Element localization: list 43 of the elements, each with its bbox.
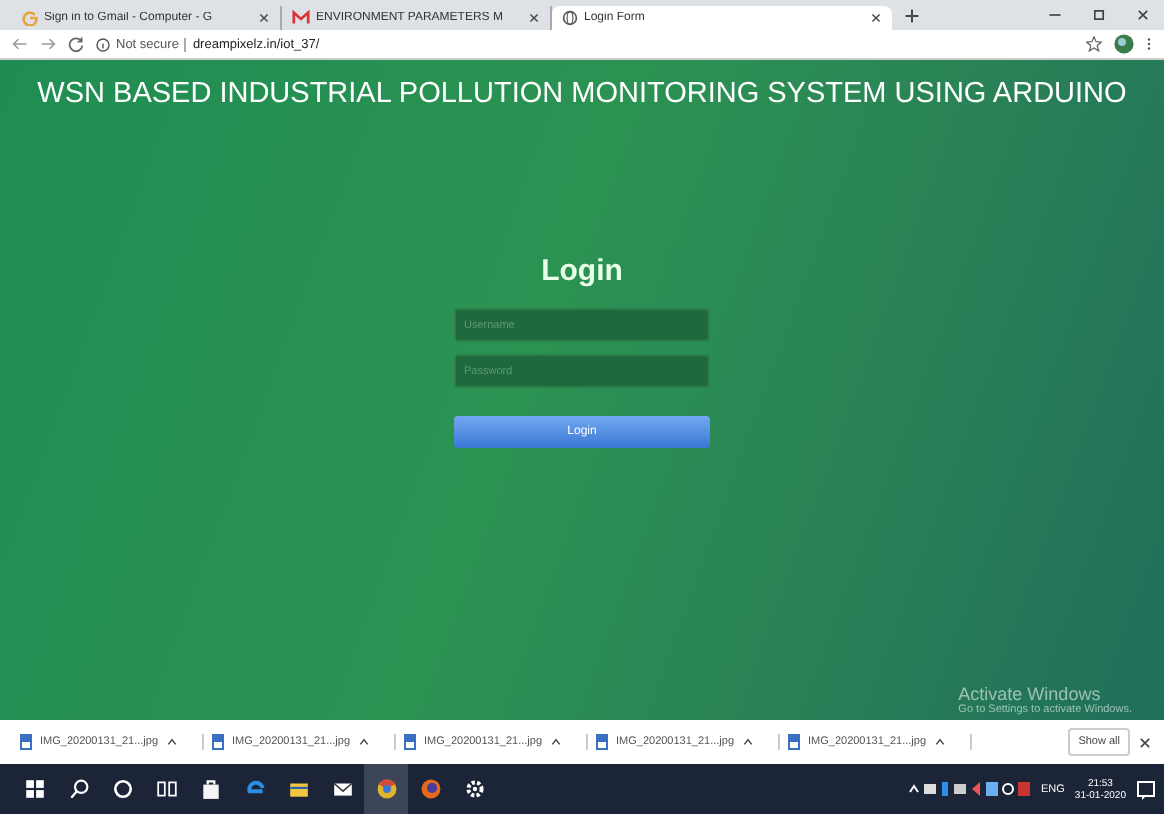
page-heading: WSN BASED INDUSTRIAL POLLUTION MONITORING SYSTEM USING ARDUINO: [37, 78, 1127, 110]
caret-icon[interactable]: [742, 736, 755, 748]
notification-icon[interactable]: [1136, 779, 1156, 799]
mail-icon[interactable]: [331, 778, 353, 800]
system-tray-icons[interactable]: [907, 780, 1031, 798]
close-icon[interactable]: [258, 12, 270, 24]
restore-icon[interactable]: [1091, 8, 1105, 22]
caret-icon[interactable]: [166, 736, 179, 748]
image-file-icon: [788, 734, 800, 750]
minimize-icon[interactable]: [1047, 8, 1061, 22]
start-icon[interactable]: [23, 778, 45, 800]
shopping-bag-icon[interactable]: [199, 778, 221, 800]
new-tab-icon[interactable]: [904, 7, 920, 23]
task-view-icon[interactable]: [155, 778, 177, 800]
chrome-icon[interactable]: [375, 778, 397, 800]
star-icon[interactable]: [1086, 36, 1102, 52]
g-logo-icon: [22, 10, 38, 26]
globe-icon: [562, 10, 578, 26]
image-file-icon: [404, 734, 416, 750]
caret-icon[interactable]: [934, 736, 947, 748]
image-file-icon: [212, 734, 224, 750]
caret-icon[interactable]: [358, 736, 371, 748]
search-icon[interactable]: [67, 778, 89, 800]
forward-icon[interactable]: [40, 36, 56, 52]
gear-icon[interactable]: [463, 778, 485, 800]
mail-logo-icon: [292, 10, 310, 26]
reload-icon[interactable]: [68, 36, 84, 52]
image-file-icon: [596, 734, 608, 750]
circle-icon[interactable]: [111, 778, 133, 800]
close-icon[interactable]: [1138, 735, 1152, 749]
close-icon[interactable]: [1135, 8, 1149, 22]
close-icon[interactable]: [528, 12, 540, 24]
firefox-icon[interactable]: [419, 778, 441, 800]
image-file-icon: [20, 734, 32, 750]
activation-title: Activate Windows: [958, 684, 1103, 704]
folder-icon[interactable]: [287, 778, 309, 800]
caret-icon[interactable]: [550, 736, 563, 748]
info-icon: [96, 37, 110, 51]
close-icon[interactable]: [870, 12, 882, 24]
profile-icon[interactable]: [1114, 34, 1134, 54]
back-icon[interactable]: [12, 36, 28, 52]
menu-icon[interactable]: [1146, 34, 1152, 54]
form-title: Login: [541, 254, 623, 288]
